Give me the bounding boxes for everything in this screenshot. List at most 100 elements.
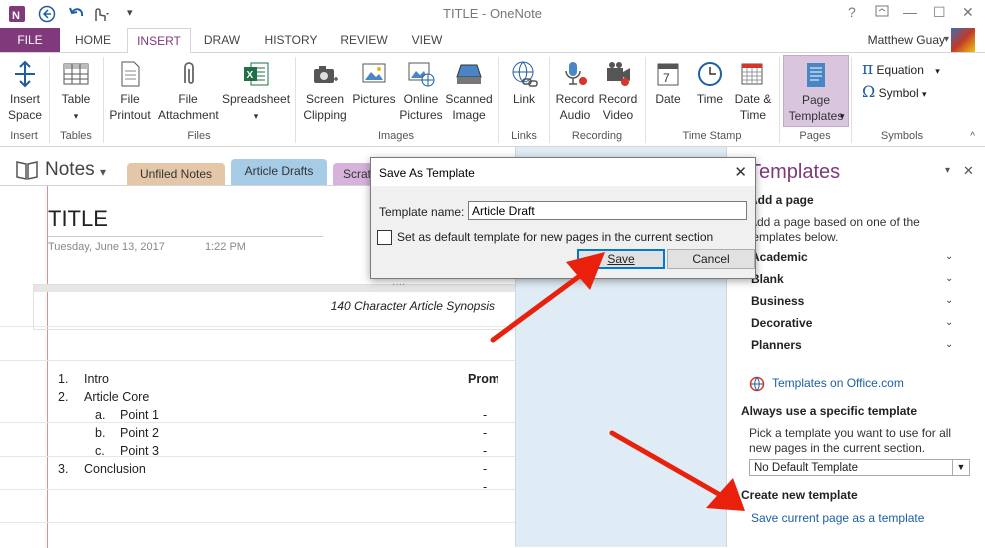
dash-cell[interactable]: -: [483, 480, 487, 494]
close-window-icon[interactable]: ✕: [962, 4, 974, 21]
file-printout-icon: [121, 61, 140, 87]
user-dropdown-icon[interactable]: ▾: [944, 34, 949, 45]
list-item[interactable]: Point 2: [120, 426, 159, 440]
pane-options-icon[interactable]: ▾: [945, 165, 950, 176]
chevron-down-icon[interactable]: ⌄: [945, 295, 953, 306]
section-tab-unfiled-notes[interactable]: Unfiled Notes: [127, 163, 225, 185]
tab-view[interactable]: VIEW: [402, 28, 452, 52]
rule-line: [0, 456, 515, 457]
dash-cell[interactable]: -: [483, 426, 487, 440]
file-attachment-button[interactable]: File Attachment: [155, 59, 221, 123]
notebook-icon[interactable]: [15, 159, 39, 184]
category-business[interactable]: Business: [751, 294, 804, 308]
list-item[interactable]: Conclusion: [84, 462, 146, 476]
symbol-dropdown-icon: ▾: [921, 89, 927, 99]
symbol-button[interactable]: Ω Symbol ▾: [862, 82, 927, 101]
avatar[interactable]: [951, 28, 975, 52]
cancel-button[interactable]: Cancel: [667, 249, 755, 269]
tab-history[interactable]: HISTORY: [258, 28, 324, 52]
link-button[interactable]: Link: [502, 59, 546, 107]
default-template-checkbox[interactable]: [377, 230, 392, 245]
section-tab-scratch[interactable]: Scrat: [333, 163, 373, 185]
container-grip-icon[interactable]: ····: [392, 279, 405, 290]
tab-home[interactable]: HOME: [67, 28, 119, 52]
title-bar: N ▾ TITLE - OneNote ? — ☐ ✕: [0, 0, 985, 28]
default-template-select[interactable]: No Default Template ▼: [749, 459, 970, 476]
page-templates-dropdown-icon[interactable]: ▾: [840, 111, 845, 122]
save-page-as-template-link[interactable]: Save current page as a template: [751, 511, 924, 525]
page-title[interactable]: TITLE: [48, 206, 108, 232]
chevron-down-icon[interactable]: ⌄: [945, 273, 953, 284]
chevron-down-icon[interactable]: ⌄: [945, 251, 953, 262]
rule-line: [0, 422, 515, 423]
collapse-ribbon-icon[interactable]: ^: [970, 131, 975, 142]
list-item[interactable]: Point 3: [120, 444, 159, 458]
list-item[interactable]: Article Core: [84, 390, 149, 404]
insert-space-button[interactable]: Insert Space: [4, 59, 46, 123]
close-pane-icon[interactable]: ✕: [963, 163, 974, 179]
select-dropdown-icon[interactable]: ▼: [952, 460, 969, 475]
tab-draw[interactable]: DRAW: [196, 28, 248, 52]
help-icon[interactable]: ?: [848, 4, 856, 20]
scanned-image-label: Scanned Image: [445, 92, 493, 122]
time-button[interactable]: Time: [690, 59, 730, 107]
templates-pane-title: Templates: [749, 161, 841, 183]
ribbon-display-icon[interactable]: [875, 4, 889, 20]
page-template-icon: [807, 63, 825, 87]
file-printout-button[interactable]: File Printout: [106, 59, 154, 123]
synopsis-text[interactable]: 140 Character Article Synopsis: [331, 299, 495, 313]
category-academic[interactable]: Academic: [751, 250, 808, 264]
picture-icon: [362, 63, 386, 83]
template-name-input[interactable]: [468, 201, 747, 220]
save-button-label: Save: [607, 252, 635, 266]
dash-cell[interactable]: -: [483, 408, 487, 422]
scanned-image-button[interactable]: Scanned Image: [443, 59, 495, 123]
tab-file[interactable]: FILE: [0, 28, 60, 52]
close-dialog-icon[interactable]: ✕: [734, 163, 747, 181]
spreadsheet-button[interactable]: X Spreadsheet ▾: [222, 59, 290, 124]
tab-review[interactable]: REVIEW: [334, 28, 394, 52]
rule-line: [0, 326, 515, 327]
column-header[interactable]: Prom: [468, 372, 498, 386]
category-decorative[interactable]: Decorative: [751, 316, 812, 330]
date-button[interactable]: 7 Date: [648, 59, 688, 107]
online-picture-icon: [408, 62, 435, 87]
screen-clipping-button[interactable]: Screen Clipping: [298, 59, 352, 123]
dialog-title-bar: Save As Template ✕: [371, 158, 755, 186]
record-video-button[interactable]: Record Video: [596, 59, 640, 123]
list-item-number: 3.: [58, 462, 69, 476]
notebook-dropdown-icon[interactable]: ▾: [100, 165, 106, 179]
default-template-checkbox-label[interactable]: Set as default template for new pages in…: [397, 230, 713, 244]
symbol-label: Symbol: [878, 86, 919, 100]
minimize-icon[interactable]: —: [903, 4, 917, 20]
notebook-title[interactable]: Notes: [45, 159, 95, 181]
list-item[interactable]: Intro: [84, 372, 109, 386]
list-item[interactable]: Point 1: [120, 408, 159, 422]
user-name[interactable]: Matthew Guay: [868, 33, 945, 47]
default-template-value: No Default Template: [754, 462, 858, 474]
templates-online-link[interactable]: Templates on Office.com: [772, 376, 904, 390]
dash-cell[interactable]: -: [483, 462, 487, 476]
maximize-icon[interactable]: ☐: [933, 4, 946, 21]
table-button[interactable]: Table ▾: [54, 59, 98, 124]
chevron-down-icon[interactable]: ⌄: [945, 317, 953, 328]
section-tab-article-drafts[interactable]: Article Drafts: [231, 159, 327, 185]
category-planners[interactable]: Planners: [751, 338, 802, 352]
microphone-icon: [565, 62, 587, 85]
time-label: Time: [696, 92, 724, 106]
tab-insert[interactable]: INSERT: [127, 28, 191, 54]
date-time-button[interactable]: Date & Time: [731, 59, 775, 123]
container-handle[interactable]: [34, 285, 516, 292]
save-button[interactable]: Save: [577, 249, 665, 269]
calendar-icon: 7: [657, 63, 679, 86]
dash-cell[interactable]: -: [483, 444, 487, 458]
chevron-down-icon[interactable]: ⌄: [945, 339, 953, 350]
record-audio-button[interactable]: Record Audio: [552, 59, 598, 123]
pictures-button[interactable]: Pictures: [350, 59, 398, 107]
insert-space-icon: [15, 60, 35, 88]
online-pictures-button[interactable]: Online Pictures: [398, 59, 444, 123]
omega-icon: Ω: [862, 82, 876, 101]
file-attachment-label: File Attachment: [158, 92, 219, 122]
equation-button[interactable]: π Equation ▾: [862, 59, 940, 79]
save-as-template-dialog: Save As Template ✕ Template name: Set as…: [370, 157, 756, 279]
